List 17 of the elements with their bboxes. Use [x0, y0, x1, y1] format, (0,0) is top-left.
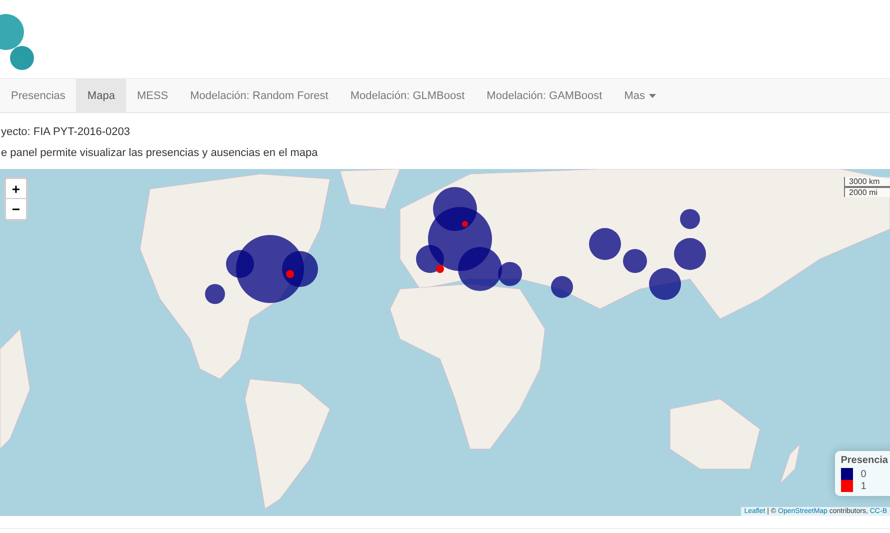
caret-icon [649, 94, 656, 98]
nav-tab[interactable]: Modelación: GAMBoost [476, 79, 614, 112]
nav-tab[interactable]: MESS [126, 79, 180, 112]
legend-title: Presencia [840, 455, 888, 466]
logo-icon [0, 12, 36, 72]
nav-tab[interactable]: Mas [613, 79, 668, 112]
zoom-in-button[interactable]: + [6, 179, 26, 199]
scale-bar: 2000 mi [844, 187, 890, 197]
nav-tab[interactable]: Mapa [76, 79, 126, 112]
legend-label: 1 [860, 480, 866, 492]
nav-tab[interactable]: Presencias [0, 79, 76, 112]
legend-label: 0 [860, 468, 866, 480]
nav-tab[interactable]: Modelación: GLMBoost [339, 79, 476, 112]
scale-bar: 3000 km [844, 177, 890, 187]
description-text: e panel permite visualizar las presencias y ausencias en el mapa [1, 147, 319, 159]
nav-tab[interactable]: Modelación: Random Forest [179, 79, 340, 112]
project-label: yecto: FIA PYT-2016-0203 [1, 126, 132, 138]
